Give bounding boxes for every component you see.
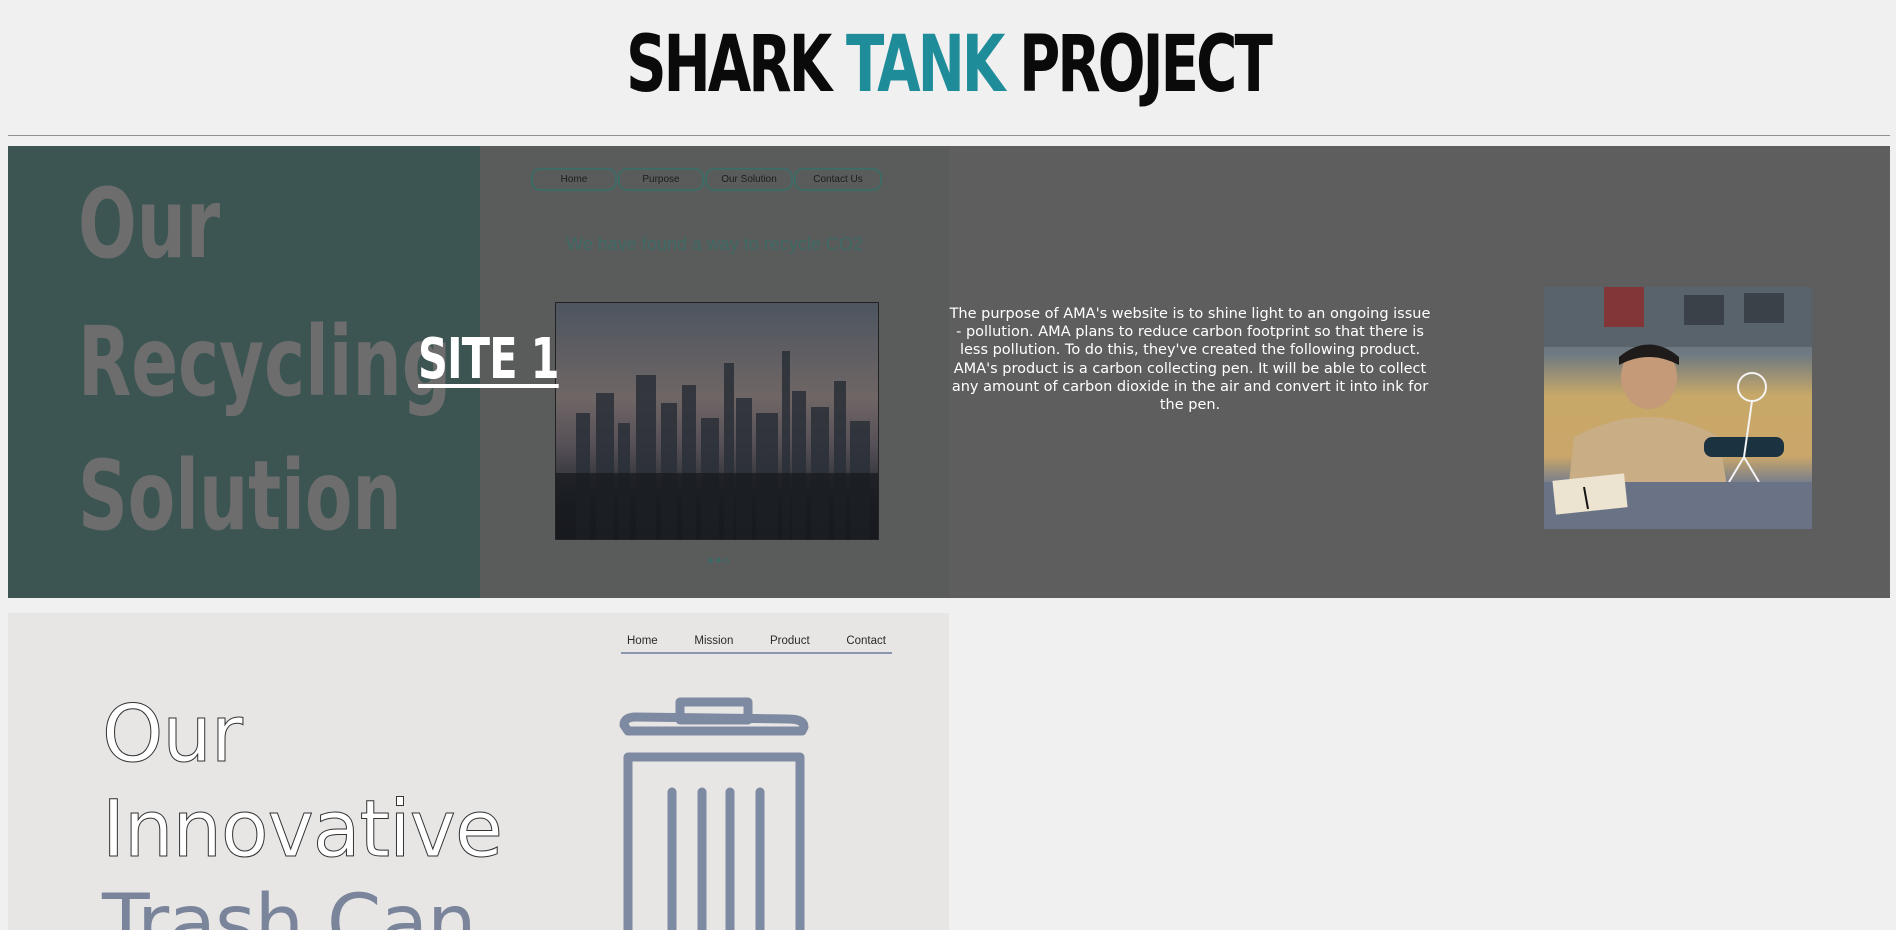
- site2-hero-line-3: Trash Can: [102, 879, 477, 930]
- site1-hero-line-2: Recycling: [78, 306, 452, 418]
- site1-hero-panel: Our Recycling Solution: [8, 146, 480, 598]
- site1-headline: We have found a way to recycle CO2: [566, 234, 863, 254]
- site1-carousel-dots[interactable]: [708, 558, 729, 563]
- site2-nav: Home Mission Product Contact: [621, 635, 892, 654]
- site2-hero-line-2: Innovative: [102, 785, 504, 875]
- site2-nav-mission[interactable]: Mission: [688, 635, 739, 647]
- site1-label[interactable]: SITE 1: [418, 332, 559, 388]
- site2-screenshot[interactable]: Home Mission Product Contact Our Innovat…: [8, 613, 949, 930]
- student-photo: [1544, 287, 1812, 529]
- title-word-shark: SHARK: [626, 20, 832, 110]
- site1-nav-our-solution[interactable]: Our Solution: [705, 168, 793, 191]
- city-skyline-image: [555, 302, 879, 540]
- page: SHARK TANK PROJECT Our Recycling Solutio…: [0, 0, 1896, 930]
- site2-nav-home[interactable]: Home: [621, 635, 664, 647]
- site1-description: The purpose of AMA's website is to shine…: [949, 306, 1431, 414]
- title-word-tank: TANK: [846, 20, 1005, 110]
- site1-nav-home[interactable]: Home: [531, 168, 617, 191]
- skyline-icon: [556, 351, 878, 539]
- title-word-project: PROJECT: [1019, 20, 1273, 110]
- student-photo-illustration: [1544, 287, 1812, 529]
- header-divider: [8, 135, 1890, 136]
- site1-nav: Home Purpose Our Solution Contact Us: [531, 168, 882, 191]
- carousel-dot[interactable]: [716, 558, 721, 563]
- site1-row: Our Recycling Solution Home Purpose Our …: [8, 146, 1890, 598]
- site1-hero-line-3: Solution: [78, 440, 402, 552]
- trash-can-icon: [619, 697, 809, 930]
- site2-hero-line-1: Our: [102, 690, 244, 780]
- site2-nav-contact[interactable]: Contact: [840, 635, 892, 647]
- carousel-dot[interactable]: [724, 558, 729, 563]
- carousel-dot[interactable]: [708, 558, 713, 563]
- site1-nav-contact-us[interactable]: Contact Us: [794, 168, 882, 191]
- site1-nav-purpose[interactable]: Purpose: [618, 168, 704, 191]
- site1-hero-line-1: Our: [78, 168, 221, 280]
- page-title: SHARK TANK PROJECT: [265, 26, 1630, 104]
- site2-nav-product[interactable]: Product: [764, 635, 816, 647]
